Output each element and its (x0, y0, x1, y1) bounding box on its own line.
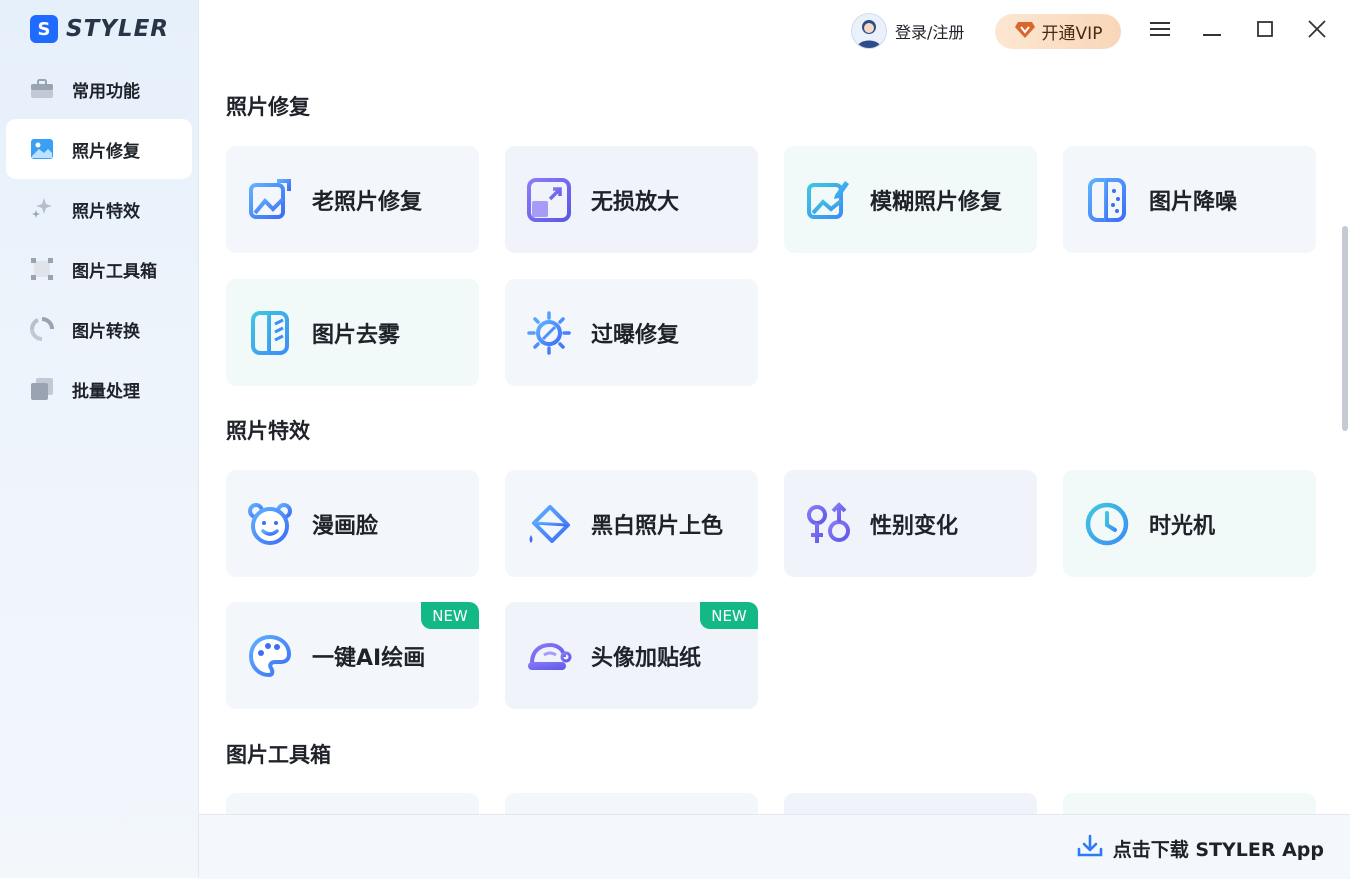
card-placeholder[interactable] (1063, 793, 1316, 814)
sidebar-item-photo-repair[interactable]: 照片修复 (6, 119, 192, 179)
card-cartoon-face[interactable]: 漫画脸 (226, 470, 479, 577)
footer: 点击下载 STYLER App (199, 814, 1350, 879)
card-colorize[interactable]: 黑白照片上色 (505, 470, 758, 577)
photo-icon (30, 137, 54, 161)
clock-icon (1083, 500, 1131, 548)
denoise-icon (1083, 176, 1131, 224)
card-label: 过曝修复 (591, 322, 680, 348)
sparkle-icon (30, 197, 54, 221)
maximize-icon (1257, 21, 1273, 41)
card-label: 漫画脸 (312, 513, 379, 539)
crop-frame-icon (30, 257, 54, 281)
gender-icon (804, 500, 852, 548)
sidebar-item-label: 常用功能 (72, 81, 140, 102)
toolbox-icon (30, 77, 54, 101)
sidebar-item-label: 批量处理 (72, 381, 140, 402)
sidebar-item-label: 图片工具箱 (72, 261, 157, 282)
card-label: 无损放大 (591, 189, 680, 215)
scrollbar-thumb[interactable] (1342, 226, 1348, 431)
download-label: 点击下载 STYLER App (1112, 838, 1324, 861)
menu-button[interactable] (1147, 18, 1173, 44)
paint-bucket-icon (525, 500, 573, 548)
new-badge: NEW (700, 602, 758, 629)
card-dehaze[interactable]: 图片去雾 (226, 279, 479, 386)
logo-badge: S (30, 15, 58, 43)
scrollbar[interactable] (1338, 64, 1350, 814)
diamond-icon (1014, 21, 1036, 43)
sidebar-item-label: 图片转换 (72, 321, 140, 342)
minimize-button[interactable] (1199, 18, 1225, 44)
login-label: 登录/注册 (895, 23, 965, 42)
bear-face-icon (246, 500, 294, 548)
card-placeholder[interactable] (226, 793, 479, 814)
logo-text: STYLER (66, 16, 169, 42)
download-icon (1077, 834, 1103, 862)
new-badge: NEW (421, 602, 479, 629)
card-label: 图片去雾 (312, 322, 401, 348)
titlebar: 登录/注册 开通VIP (199, 0, 1350, 64)
login-button[interactable]: 登录/注册 (851, 13, 964, 49)
card-gender-swap[interactable]: 性别变化 (784, 470, 1037, 577)
enlarge-icon (525, 176, 573, 224)
section-title: 图片工具箱 (226, 743, 331, 767)
sidebar: S STYLER 常用功能 照片修复 照片特效 图片工具箱 图片转换 批量处理 (0, 0, 199, 878)
vip-label: 开通VIP (1041, 24, 1103, 44)
hat-sticker-icon (525, 632, 573, 680)
card-label: 黑白照片上色 (591, 513, 724, 539)
card-placeholder[interactable] (784, 793, 1037, 814)
card-label: 老照片修复 (312, 189, 423, 215)
card-label: 模糊照片修复 (870, 189, 1003, 215)
card-ai-painting[interactable]: 一键AI绘画 NEW (226, 602, 479, 709)
sidebar-item-label: 照片特效 (72, 201, 140, 222)
sidebar-item-common[interactable]: 常用功能 (6, 59, 192, 119)
vip-button[interactable]: 开通VIP (995, 14, 1121, 49)
card-blur-repair[interactable]: 模糊照片修复 (784, 146, 1037, 253)
sidebar-nav: 常用功能 照片修复 照片特效 图片工具箱 图片转换 批量处理 (6, 59, 192, 419)
close-button[interactable] (1304, 18, 1330, 44)
sun-icon (525, 309, 573, 357)
avatar-icon (851, 13, 887, 49)
card-placeholder[interactable] (505, 793, 758, 814)
card-old-photo-repair[interactable]: 老照片修复 (226, 146, 479, 253)
card-label: 一键AI绘画 (312, 645, 426, 671)
download-app-button[interactable]: 点击下载 STYLER App (1077, 834, 1324, 862)
app-logo: S STYLER (30, 15, 169, 43)
main-content: 照片修复 老照片修复 无损放大 模糊照片修复 图片降噪 图片去雾 过曝修复 照片… (199, 64, 1337, 814)
sidebar-item-batch[interactable]: 批量处理 (6, 359, 192, 419)
maximize-button[interactable] (1252, 18, 1278, 44)
card-label: 图片降噪 (1149, 189, 1238, 215)
section-title: 照片修复 (226, 95, 310, 119)
card-label: 头像加贴纸 (591, 645, 702, 671)
image-edit-icon (804, 176, 852, 224)
image-repair-icon (246, 176, 294, 224)
sidebar-item-photo-effects[interactable]: 照片特效 (6, 179, 192, 239)
close-icon (1308, 20, 1326, 42)
sidebar-item-label: 照片修复 (72, 141, 140, 162)
card-overexposure-repair[interactable]: 过曝修复 (505, 279, 758, 386)
convert-icon (30, 317, 54, 341)
sidebar-item-convert[interactable]: 图片转换 (6, 299, 192, 359)
card-denoise[interactable]: 图片降噪 (1063, 146, 1316, 253)
hamburger-icon (1150, 21, 1170, 41)
card-label: 时光机 (1149, 513, 1216, 539)
palette-icon (246, 632, 294, 680)
card-label: 性别变化 (870, 513, 959, 539)
card-time-machine[interactable]: 时光机 (1063, 470, 1316, 577)
card-lossless-enlarge[interactable]: 无损放大 (505, 146, 758, 253)
dehaze-icon (246, 309, 294, 357)
minimize-icon (1203, 22, 1221, 41)
card-avatar-sticker[interactable]: 头像加贴纸 NEW (505, 602, 758, 709)
sidebar-item-toolbox[interactable]: 图片工具箱 (6, 239, 192, 299)
section-title: 照片特效 (226, 419, 310, 443)
stack-icon (30, 377, 54, 401)
